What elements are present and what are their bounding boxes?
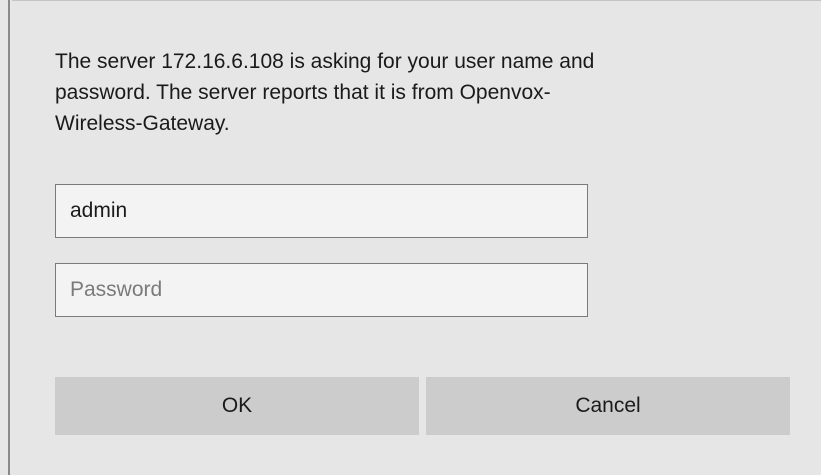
username-field[interactable] (55, 184, 588, 238)
cancel-button[interactable]: Cancel (426, 377, 790, 435)
auth-dialog: The server 172.16.6.108 is asking for yo… (0, 0, 821, 475)
ok-button[interactable]: OK (55, 377, 419, 435)
password-field[interactable] (55, 263, 588, 317)
auth-message: The server 172.16.6.108 is asking for yo… (55, 50, 595, 135)
dialog-top-border (12, 0, 821, 1)
dialog-left-edge (8, 0, 10, 475)
